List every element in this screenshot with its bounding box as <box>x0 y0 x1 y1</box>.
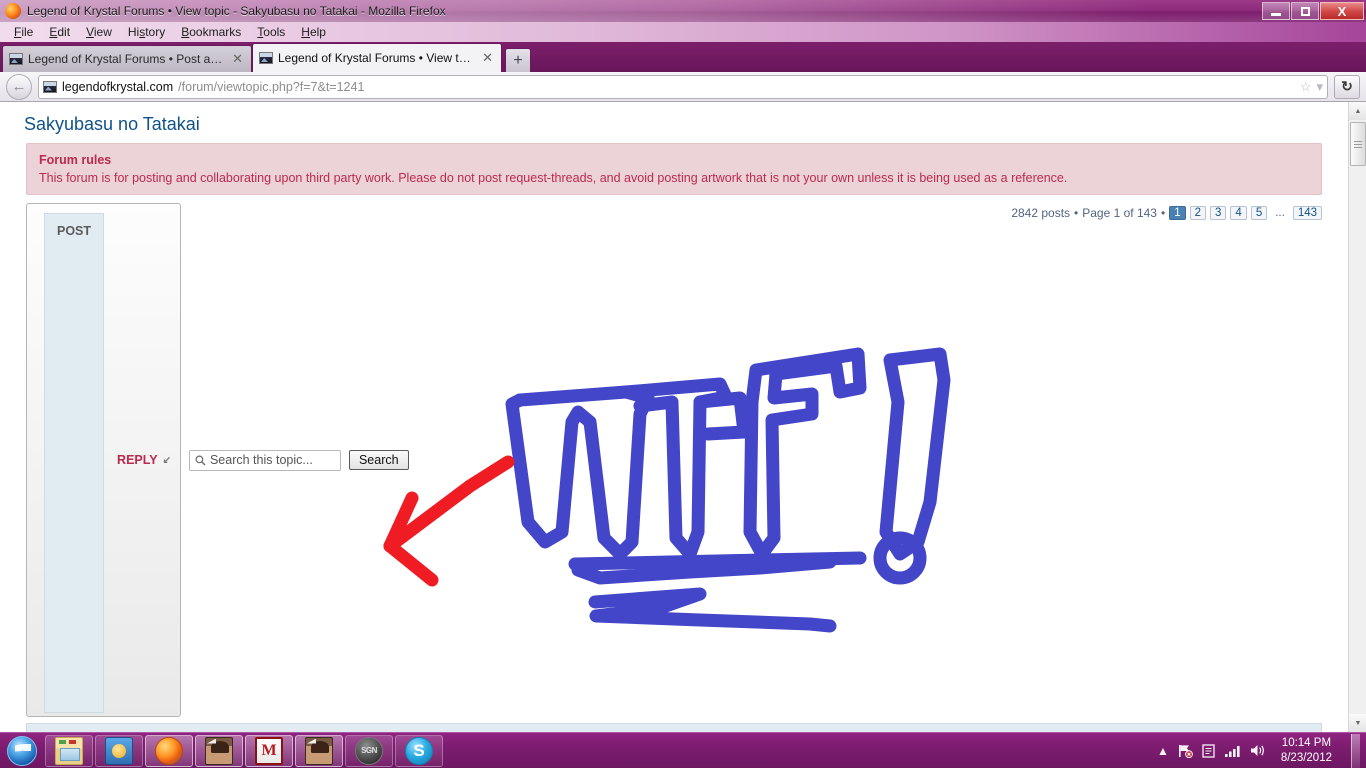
post-container: “ QUOTE Sakyubasu no Tatakai by Gorepete… <box>26 723 1322 732</box>
post-reply-label-post: POST <box>44 213 105 714</box>
m-app-icon: M <box>255 736 283 765</box>
page-link-5[interactable]: 5 <box>1250 206 1268 221</box>
scrollbar-thumb[interactable] <box>1350 122 1366 166</box>
clock-date: 8/23/2012 <box>1280 751 1332 764</box>
menu-view[interactable]: View <box>78 23 120 41</box>
windows-logo-icon <box>7 735 37 766</box>
game-avatar-icon <box>305 736 333 765</box>
page-title: Sakyubasu no Tatakai <box>24 114 200 134</box>
post-reply-label-reply: REPLY <box>117 453 158 468</box>
taskbar-item-skype[interactable]: S <box>395 734 443 767</box>
separator: • <box>1160 206 1166 221</box>
sgn-icon: SGN <box>355 736 383 765</box>
taskbar-item-windows-media-player[interactable] <box>95 734 143 767</box>
taskbar-item-game-window-2[interactable] <box>295 734 343 767</box>
new-tab-button[interactable]: + <box>505 48 531 72</box>
taskbar-item-windows-explorer[interactable] <box>45 734 93 767</box>
tab-strip: Legend of Krystal Forums • Post a reply … <box>0 42 1366 72</box>
forum-page: Sakyubasu no Tatakai Forum rules This fo… <box>0 102 1348 732</box>
menu-history[interactable]: History <box>120 23 173 41</box>
taskbar-item-sgn[interactable]: SGN <box>345 734 393 767</box>
search-icon <box>195 455 206 466</box>
back-button[interactable]: ← <box>6 73 32 100</box>
minimize-button[interactable] <box>1262 2 1290 20</box>
post-reply-button[interactable]: POST REPLY ↙ <box>26 203 181 718</box>
window-title: Legend of Krystal Forums • View topic - … <box>27 4 446 18</box>
page-link-2[interactable]: 2 <box>1189 206 1206 221</box>
taskbar: M SGN S ▲ 10:14 PM 8/23/2012 <box>0 732 1366 768</box>
tab-close-icon[interactable]: ✕ <box>482 50 493 66</box>
close-button[interactable]: X <box>1320 2 1364 20</box>
browser-window: Legend of Krystal Forums • View topic - … <box>0 0 1366 768</box>
site-favicon-icon <box>259 52 273 64</box>
tab-view-topic[interactable]: Legend of Krystal Forums • View topi... … <box>252 43 502 72</box>
tray-overflow-icon[interactable]: ▲ <box>1157 744 1169 758</box>
menu-edit[interactable]: Edit <box>41 23 78 41</box>
taskbar-item-game-window-1[interactable] <box>195 734 243 767</box>
game-avatar-icon <box>205 736 233 765</box>
folder-icon <box>55 736 83 765</box>
forum-rules-heading: Forum rules <box>39 153 112 167</box>
menubar: File Edit View History Bookmarks Tools H… <box>0 22 1366 42</box>
skype-icon: S <box>405 736 433 765</box>
clock[interactable]: 10:14 PM 8/23/2012 <box>1275 736 1338 765</box>
firefox-logo-icon <box>5 3 21 19</box>
url-bar-icons: ☆ ▾ <box>1300 79 1323 95</box>
site-favicon-icon <box>43 80 57 93</box>
page-link-1[interactable]: 1 <box>1169 206 1186 221</box>
bookmark-star-icon[interactable]: ☆ <box>1300 79 1312 95</box>
media-player-icon <box>105 736 133 765</box>
scroll-down-icon[interactable]: ▼ <box>1349 714 1366 732</box>
forum-rules-box: Forum rules This forum is for posting an… <box>26 143 1322 196</box>
tab-label: Legend of Krystal Forums • View topi... <box>278 51 476 65</box>
page-viewport: Sakyubasu no Tatakai Forum rules This fo… <box>0 102 1366 732</box>
taskbar-item-m-app[interactable]: M <box>245 734 293 767</box>
system-tray: ▲ 10:14 PM 8/23/2012 <box>1157 733 1366 768</box>
page-link-last[interactable]: 143 <box>1292 206 1322 221</box>
topic-toolbar: POST REPLY ↙ Search this topic... Search … <box>26 203 1322 718</box>
show-desktop-button[interactable] <box>1351 733 1360 768</box>
posts-count: 2842 posts <box>1011 206 1071 221</box>
start-button[interactable] <box>0 734 44 768</box>
search-input[interactable]: Search this topic... <box>188 449 341 471</box>
vertical-scrollbar[interactable]: ▲ ▼ <box>1348 102 1366 732</box>
pagination-ellipsis: ... <box>1275 207 1285 220</box>
navigation-toolbar: ← legendofkrystal.com/forum/viewtopic.ph… <box>0 72 1366 102</box>
menu-bookmarks[interactable]: Bookmarks <box>173 23 249 41</box>
page-of-label: Page 1 of 143 <box>1082 206 1157 221</box>
url-domain: legendofkrystal.com <box>62 79 174 94</box>
window-buttons: X <box>1262 2 1364 20</box>
menu-file[interactable]: File <box>6 23 41 41</box>
reload-button[interactable]: ↻ <box>1334 74 1360 99</box>
taskbar-item-firefox[interactable] <box>145 734 193 767</box>
separator: • <box>1074 206 1079 221</box>
tab-post-a-reply[interactable]: Legend of Krystal Forums • Post a reply … <box>2 45 252 72</box>
url-bar[interactable]: legendofkrystal.com/forum/viewtopic.php?… <box>38 74 1328 99</box>
window-titlebar: Legend of Krystal Forums • View topic - … <box>0 0 1366 22</box>
scroll-up-icon[interactable]: ▲ <box>1349 102 1366 120</box>
tab-label: Legend of Krystal Forums • Post a reply <box>28 52 226 66</box>
page-link-4[interactable]: 4 <box>1230 206 1247 221</box>
menu-tools[interactable]: Tools <box>249 23 293 41</box>
action-center-icon[interactable] <box>1202 743 1216 758</box>
network-icon[interactable] <box>1178 744 1193 758</box>
pagination: 2842 posts • Page 1 of 143 • 1 2 3 4 5 .… <box>1011 206 1322 221</box>
maximize-button[interactable] <box>1291 2 1319 20</box>
signal-bars-icon[interactable] <box>1224 745 1241 757</box>
firefox-icon <box>155 736 183 765</box>
forum-rules-text: This forum is for posting and collaborat… <box>39 171 1068 186</box>
chevron-down-icon[interactable]: ▾ <box>1316 79 1323 95</box>
page-link-3[interactable]: 3 <box>1210 206 1227 221</box>
site-favicon-icon <box>9 53 23 65</box>
search-button[interactable]: Search <box>348 450 409 471</box>
clock-time: 10:14 PM <box>1281 737 1332 750</box>
menu-help[interactable]: Help <box>293 23 334 41</box>
reply-arrow-icon: ↙ <box>162 454 171 466</box>
tab-close-icon[interactable]: ✕ <box>232 51 243 67</box>
volume-icon[interactable] <box>1250 744 1266 757</box>
search-placeholder-text: Search this topic... <box>209 453 313 468</box>
url-path: /forum/viewtopic.php?f=7&t=1241 <box>178 79 365 94</box>
